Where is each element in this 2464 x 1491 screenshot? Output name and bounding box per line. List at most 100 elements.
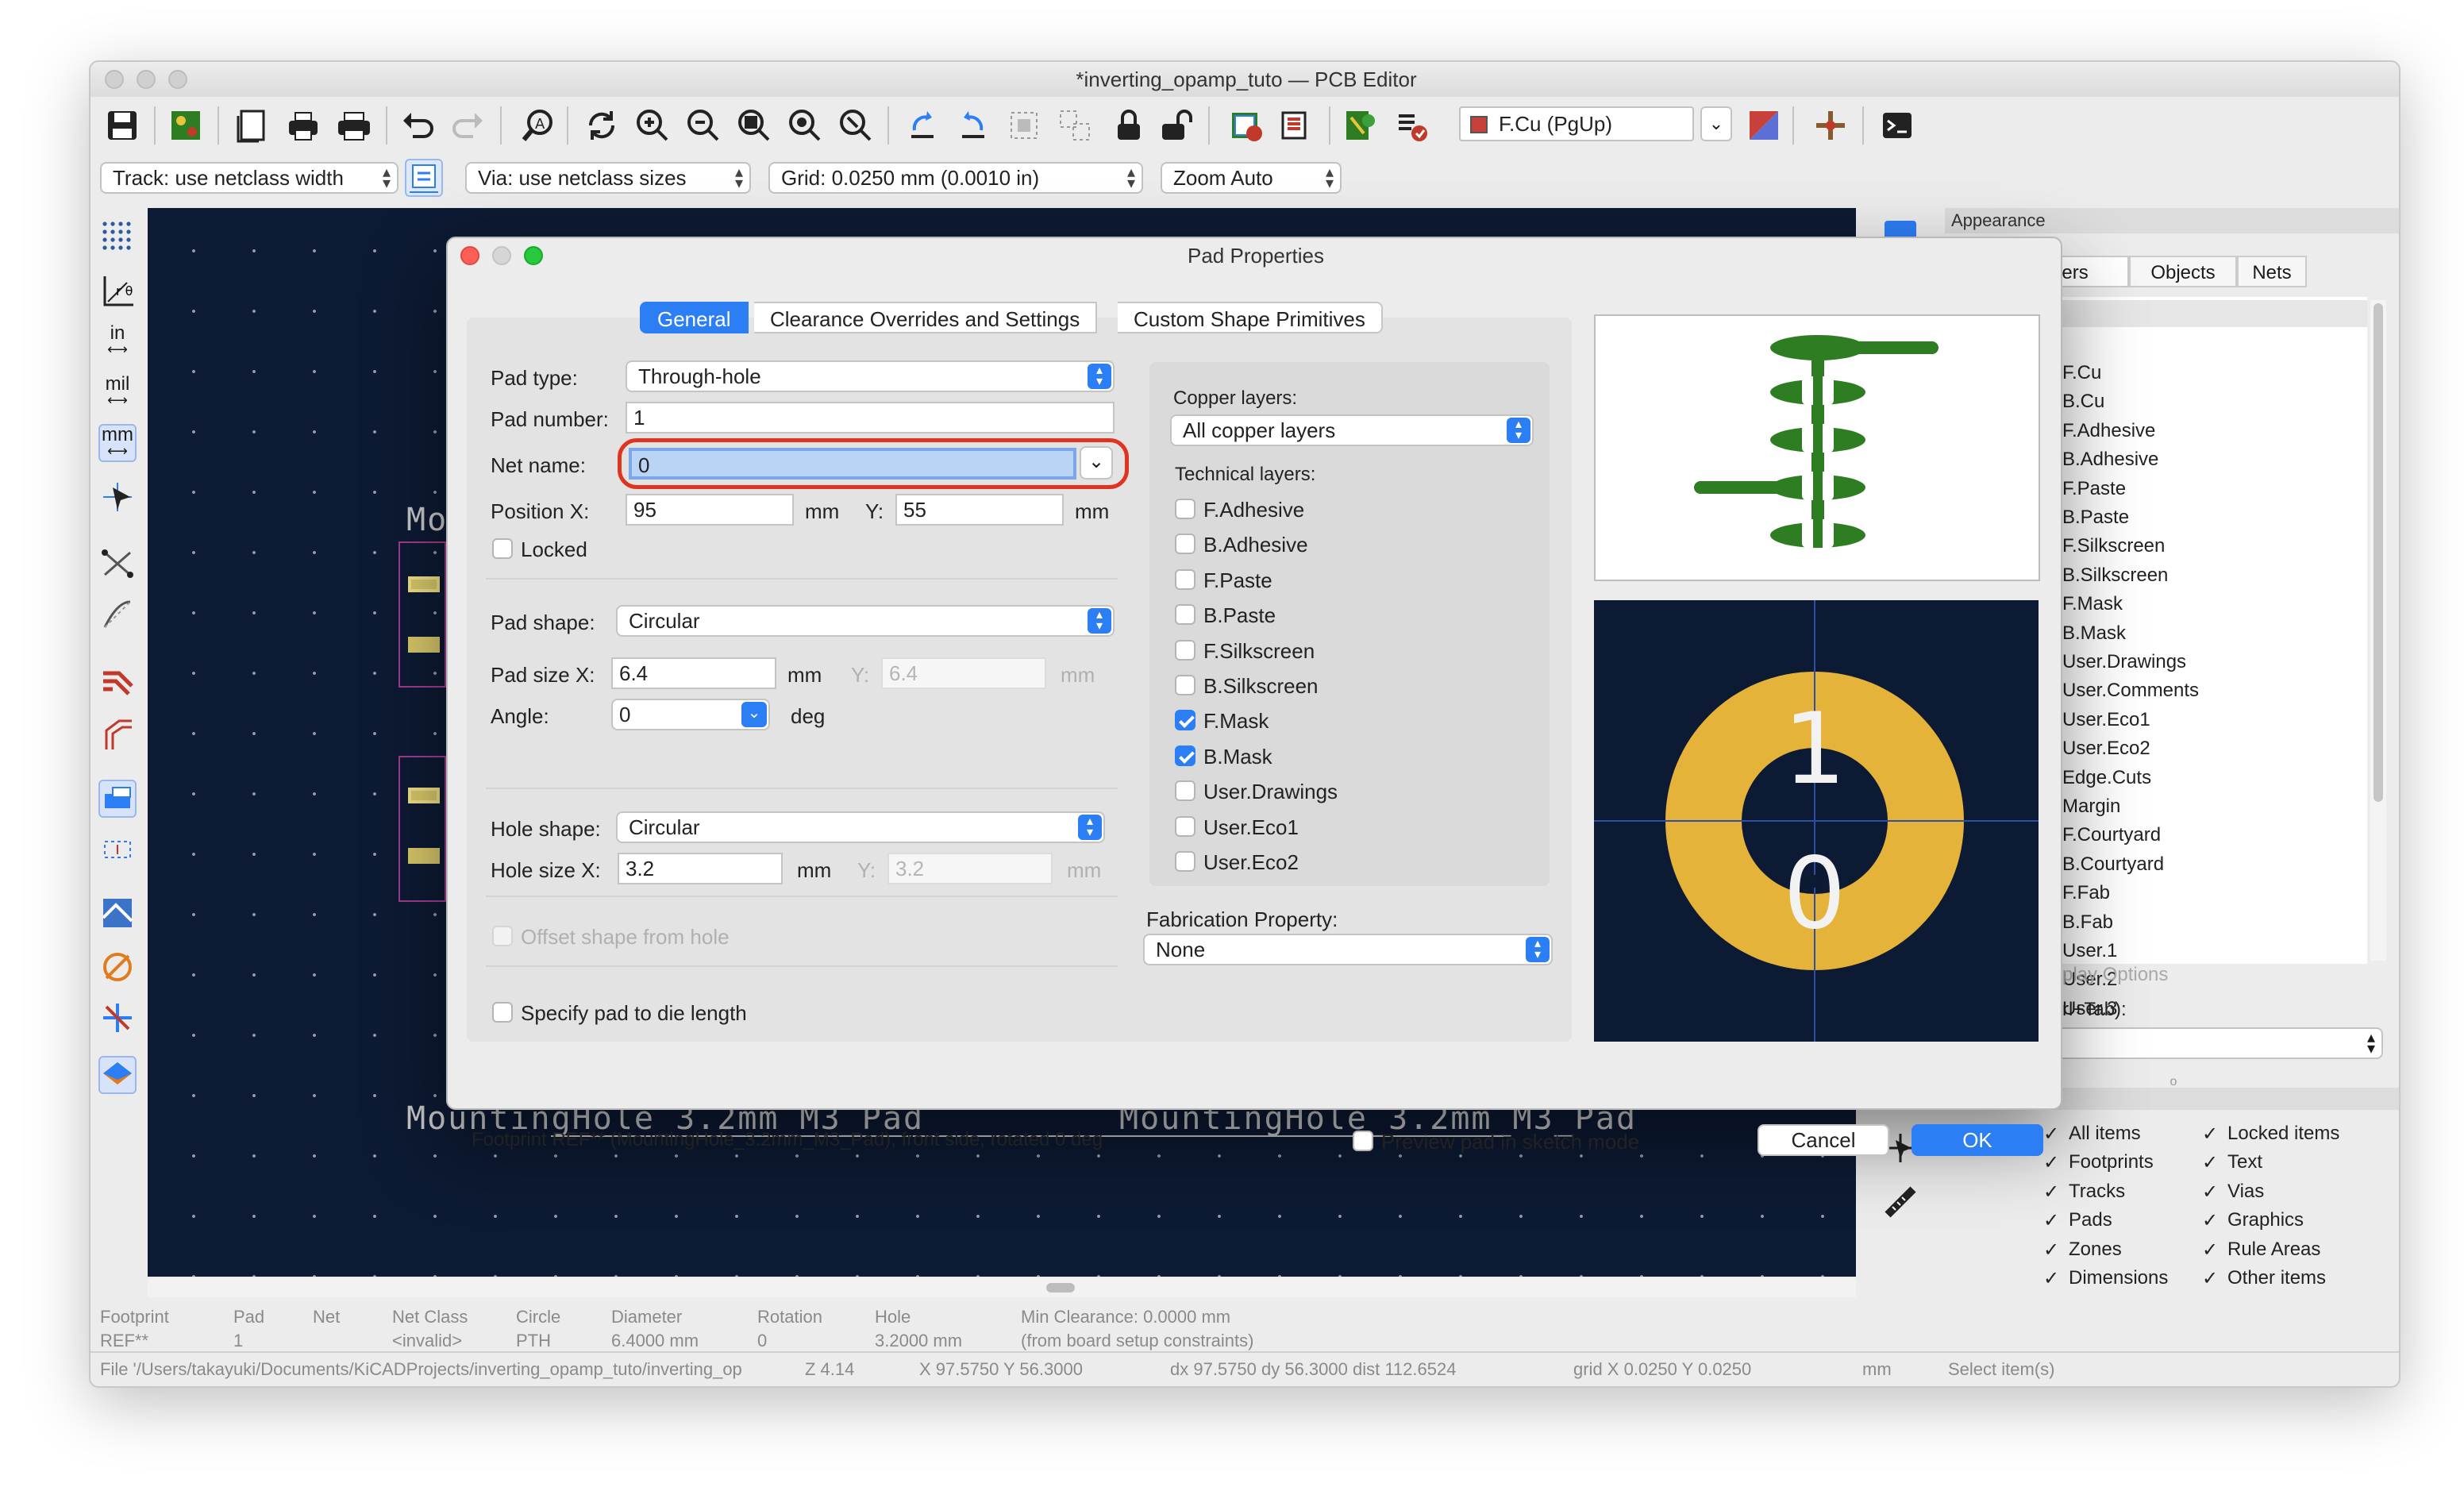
pad-4[interactable] [408,848,440,864]
angle-input[interactable]: 0 ⌄ [611,699,770,730]
filter-checkbox[interactable]: ✓ [2043,1151,2062,1173]
tab-custom-shape[interactable]: Custom Shape Primitives [1118,302,1383,333]
copper-layers-select[interactable]: All copper layers ▴ ▾ [1170,414,1534,446]
layer-item[interactable]: B.Fab [2062,910,2113,935]
pad-shape-select[interactable]: Circular ▴ ▾ [616,605,1115,637]
redo-icon[interactable] [449,106,487,144]
layer-item[interactable]: User.Comments [2062,678,2199,703]
dialog-zoom-button[interactable] [524,246,543,265]
zoom-window-button[interactable] [168,70,187,89]
layer-item[interactable]: F.Courtyard [2062,823,2161,848]
angle-dropdown-icon[interactable]: ⌄ [741,702,767,727]
pad-1[interactable] [408,576,440,592]
hole-size-x-input[interactable]: 3.2 [618,853,783,884]
zoom-select[interactable]: Zoom Auto ▴ ▾ [1161,162,1342,194]
curved-ratsnest-icon[interactable] [98,595,137,634]
layer-item[interactable]: F.Paste [2062,476,2126,502]
technical-layer-checkbox[interactable] [1175,745,1195,766]
layer-item[interactable]: B.Courtyard [2062,852,2164,877]
layer-item[interactable]: B.Paste [2062,505,2129,530]
filter-checkbox[interactable]: ✓ [2202,1239,2221,1261]
print-icon[interactable] [284,106,322,144]
zoom-out-icon[interactable] [684,106,722,144]
layer-dropdown-button[interactable]: ⌄ [1700,106,1732,141]
technical-layer-checkbox[interactable] [1175,604,1195,626]
zone-fill-icon[interactable] [98,894,137,932]
technical-layer-checkbox[interactable] [1175,780,1195,802]
scrollbar-thumb[interactable] [1046,1283,1075,1293]
via-size-select[interactable]: Via: use netclass sizes ▴ ▾ [465,162,751,194]
lock-icon[interactable] [1110,106,1148,144]
filter-checkbox[interactable]: ✓ [2202,1151,2221,1173]
show-pads-icon[interactable] [98,780,137,818]
pad-size-x-input[interactable]: 6.4 [611,657,776,689]
layer-item[interactable]: User.Eco1 [2062,707,2150,733]
layer-item[interactable]: User.Drawings [2062,649,2186,675]
refresh-icon[interactable] [583,106,621,144]
plot-icon[interactable] [335,106,373,144]
grid-select[interactable]: Grid: 0.0250 mm (0.0010 in) ▴ ▾ [768,162,1143,194]
layers-manager-icon[interactable] [98,1056,137,1094]
technical-layer-checkbox[interactable] [1175,815,1195,837]
layers-scrollbar[interactable] [2370,300,2386,961]
hole-shape-select[interactable]: Circular ▴ ▾ [616,811,1105,843]
units-mils-button[interactable]: mil ⟷ [98,373,137,411]
units-inches-button[interactable]: in ⟷ [98,322,137,360]
ratsnest-icon[interactable] [98,545,137,583]
layer-item[interactable]: B.Mask [2062,621,2126,646]
zoom-fit-icon[interactable] [735,106,773,144]
filter-checkbox[interactable]: ✓ [2043,1181,2062,1203]
drc-icon[interactable] [1392,106,1430,144]
dialog-close-button[interactable] [460,246,479,265]
dialog-minimize-button[interactable] [492,246,511,265]
layer-item[interactable]: F.Cu [2062,360,2101,386]
ungroup-icon[interactable] [1056,106,1094,144]
locked-checkbox[interactable] [492,538,513,559]
layer-item[interactable]: Margin [2062,794,2120,819]
canvas-horizontal-scrollbar[interactable] [148,1278,1856,1297]
page-settings-icon[interactable] [233,106,271,144]
layer-pair-icon[interactable] [1745,106,1783,144]
zoom-in-icon[interactable] [633,106,672,144]
die-length-checkbox[interactable] [492,1002,513,1023]
filter-checkbox[interactable]: ✓ [2043,1239,2062,1261]
layer-item[interactable]: User.1 [2062,938,2117,964]
auto-track-width-button[interactable] [405,159,443,197]
rotate-cw-icon[interactable] [954,106,992,144]
unlock-icon[interactable] [1157,106,1195,144]
pad-2[interactable] [408,637,440,653]
close-window-button[interactable] [105,70,124,89]
ok-button[interactable]: OK [1912,1124,2043,1156]
find-icon[interactable]: A [519,106,557,144]
pad-3[interactable] [408,788,440,803]
display-options-header[interactable]: play Options [2062,964,2168,986]
fabrication-select[interactable]: None ▴ ▾ [1143,934,1553,965]
technical-layer-checkbox[interactable] [1175,639,1195,661]
route-track-icon[interactable] [1811,106,1850,144]
tab-nets[interactable]: Nets [2237,256,2307,287]
footprint-browser-icon[interactable] [1278,106,1316,144]
filter-checkbox[interactable]: ✓ [2202,1209,2221,1231]
save-icon[interactable] [103,106,141,144]
layer-item[interactable]: B.Adhesive [2062,447,2158,472]
terminal-icon[interactable] [1878,106,1916,144]
pad-size-y-input[interactable]: 6.4 [881,657,1046,689]
pad-number-input[interactable]: 1 [626,402,1115,433]
group-icon[interactable] [1005,106,1043,144]
layer-item[interactable]: F.Mask [2062,591,2123,617]
net-name-input[interactable]: 0 [629,448,1076,480]
board-setup-icon[interactable] [167,106,205,144]
layer-item[interactable]: B.Silkscreen [2062,563,2168,588]
cancel-button[interactable]: Cancel [1758,1124,1889,1156]
technical-layer-checkbox[interactable] [1175,675,1195,695]
pad-type-select[interactable]: Through-hole ▴ ▾ [626,360,1115,392]
grid-toggle-icon[interactable] [98,218,137,256]
track-width-select[interactable]: Track: use netclass width ▴ ▾ [100,162,398,194]
offset-shape-checkbox[interactable] [492,926,513,946]
preset-select[interactable]: ▴ ▾ [2040,1027,2383,1059]
technical-layer-checkbox[interactable] [1175,534,1195,555]
filter-checkbox[interactable]: ✓ [2043,1209,2062,1231]
position-y-input[interactable]: 55 [895,494,1064,526]
technical-layer-checkbox[interactable] [1175,851,1195,872]
net-name-dropdown-button[interactable]: ⌄ [1080,446,1113,480]
